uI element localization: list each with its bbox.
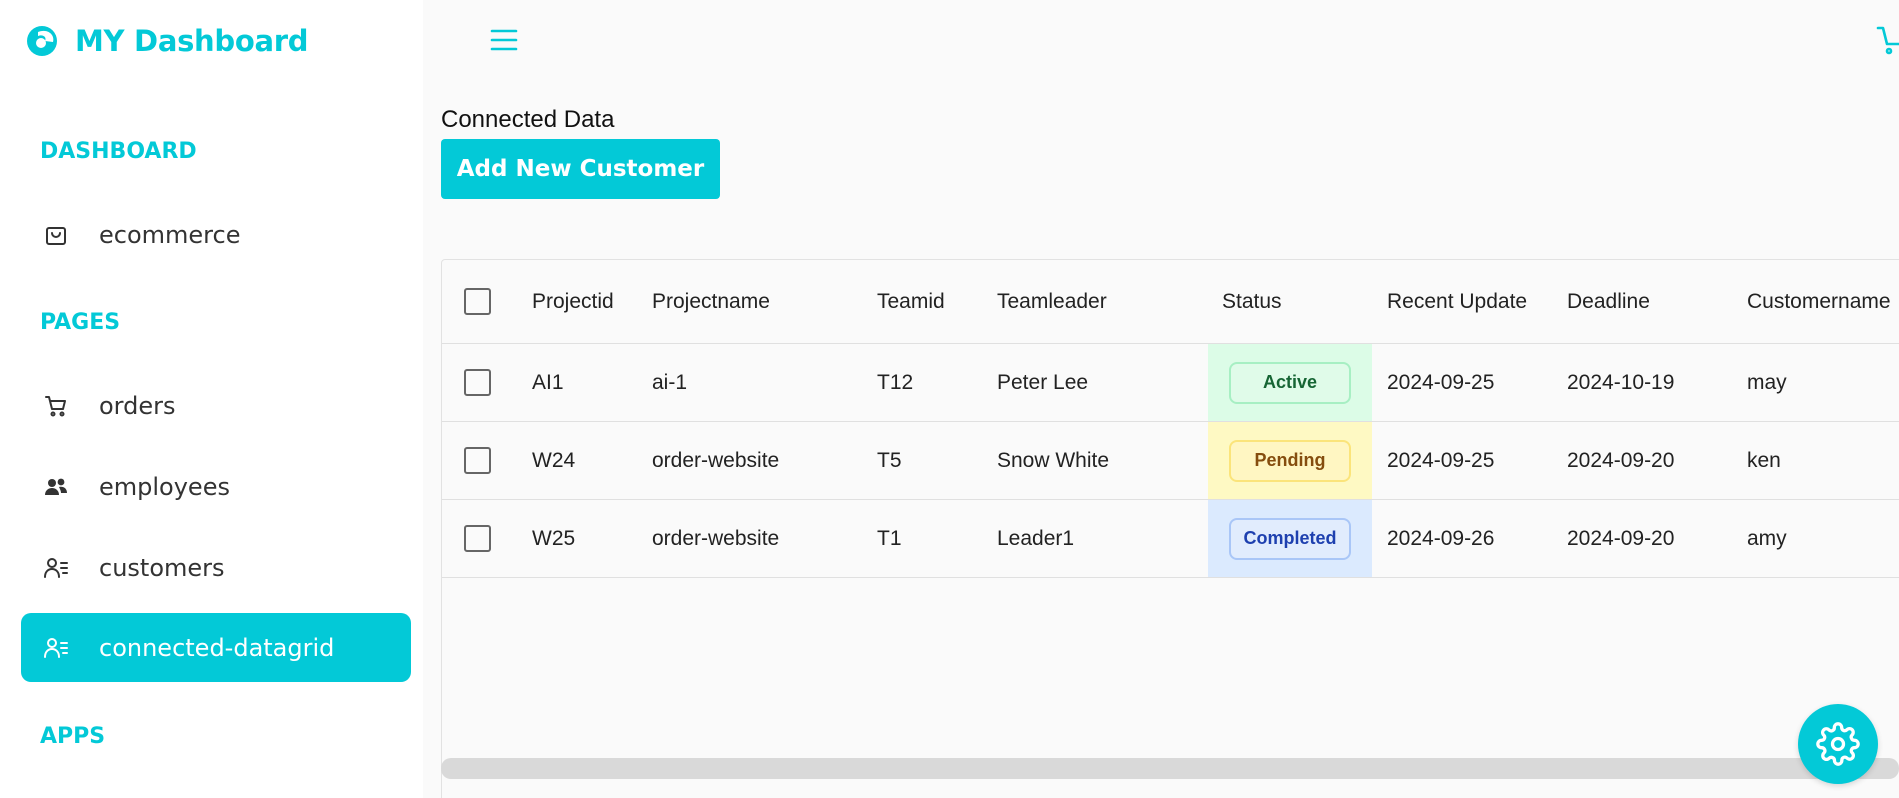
column-header-customername[interactable]: Customername: [1747, 260, 1891, 343]
cell-projectid: W25: [532, 526, 576, 550]
status-badge: Active: [1229, 361, 1351, 404]
table-header-row: Projectid Projectname Teamid Teamleader …: [442, 260, 1899, 344]
cell-deadline: 2024-10-19: [1567, 370, 1675, 394]
column-header-recent-update[interactable]: Recent Update: [1387, 260, 1527, 343]
cell-status: Completed: [1208, 500, 1372, 577]
status-badge: Pending: [1229, 439, 1351, 482]
settings-button[interactable]: [1798, 704, 1878, 784]
cell-projectname: ai-1: [652, 370, 688, 394]
row-select-cell: [464, 500, 491, 577]
cell-teamid: T12: [877, 370, 914, 394]
cell-projectname: order-website: [652, 526, 780, 550]
shirt-logo-icon: [27, 26, 57, 56]
sidebar-item-ecommerce[interactable]: ecommerce: [21, 200, 411, 269]
cell-recent-update: 2024-09-26: [1387, 526, 1495, 550]
data-grid: Projectid Projectname Teamid Teamleader …: [441, 259, 1899, 798]
cell-status: Pending: [1208, 422, 1372, 499]
sidebar-item-label: orders: [99, 391, 176, 420]
sidebar: MY Dashboard DASHBOARD ecommerce PAGES o…: [0, 0, 423, 798]
row-select-cell: [464, 422, 491, 499]
sidebar-item-employees[interactable]: employees: [21, 452, 411, 521]
gear-icon: [1816, 722, 1860, 766]
cell-teamleader: Peter Lee: [997, 370, 1089, 394]
cell-recent-update: 2024-09-25: [1387, 370, 1495, 394]
cell-teamleader: Snow White: [997, 448, 1110, 472]
column-header-deadline[interactable]: Deadline: [1567, 260, 1650, 343]
table-row[interactable]: W24 order-website T5 Snow White Pending …: [442, 422, 1899, 500]
cell-projectid: W24: [532, 448, 576, 472]
section-pages: PAGES: [40, 310, 121, 335]
row-select-cell: [464, 344, 491, 421]
select-all-cell: [464, 260, 491, 343]
select-all-checkbox[interactable]: [464, 288, 491, 315]
row-checkbox[interactable]: [464, 447, 491, 474]
cart-icon[interactable]: [1876, 22, 1899, 56]
contact-list-icon: [44, 638, 68, 658]
sidebar-item-label: employees: [99, 472, 230, 501]
add-new-customer-button[interactable]: Add New Customer: [441, 139, 720, 199]
contact-list-icon: [44, 558, 68, 578]
horizontal-scrollbar[interactable]: [441, 758, 1899, 779]
cart-icon: [45, 396, 66, 417]
shopping-bag-icon: [46, 227, 66, 245]
cell-customername: amy: [1747, 526, 1787, 550]
cell-teamid: T1: [877, 526, 902, 550]
column-header-projectid[interactable]: Projectid: [532, 260, 614, 343]
people-icon: [45, 478, 67, 495]
row-checkbox[interactable]: [464, 369, 491, 396]
cell-customername: ken: [1747, 448, 1781, 472]
cell-recent-update: 2024-09-25: [1387, 448, 1495, 472]
cell-customername: may: [1747, 370, 1787, 394]
sidebar-item-connected-datagrid[interactable]: connected-datagrid: [21, 613, 411, 682]
column-header-status[interactable]: Status: [1222, 260, 1282, 343]
brand-title: MY Dashboard: [75, 24, 309, 58]
row-checkbox[interactable]: [464, 525, 491, 552]
cell-projectname: order-website: [652, 448, 780, 472]
cell-teamleader: Leader1: [997, 526, 1075, 550]
status-badge: Completed: [1229, 517, 1351, 560]
page-title: Connected Data: [441, 106, 615, 133]
table-row[interactable]: AI1 ai-1 T12 Peter Lee Active 2024-09-25…: [442, 344, 1899, 422]
column-header-projectname[interactable]: Projectname: [652, 260, 770, 343]
cell-teamid: T5: [877, 448, 902, 472]
hamburger-menu-icon[interactable]: [488, 26, 520, 54]
brand[interactable]: MY Dashboard: [25, 20, 309, 62]
cell-projectid: AI1: [532, 370, 564, 394]
cell-status: Active: [1208, 344, 1372, 421]
sidebar-item-label: ecommerce: [99, 220, 241, 249]
cell-deadline: 2024-09-20: [1567, 448, 1675, 472]
section-dashboard: DASHBOARD: [40, 139, 197, 164]
table-row[interactable]: W25 order-website T1 Leader1 Completed 2…: [442, 500, 1899, 578]
column-header-teamid[interactable]: Teamid: [877, 260, 945, 343]
sidebar-item-customers[interactable]: customers: [21, 533, 411, 602]
section-apps: APPS: [40, 724, 106, 749]
sidebar-item-label: connected-datagrid: [99, 633, 335, 662]
column-header-teamleader[interactable]: Teamleader: [997, 260, 1107, 343]
sidebar-item-orders[interactable]: orders: [21, 371, 411, 440]
cell-deadline: 2024-09-20: [1567, 526, 1675, 550]
sidebar-item-label: customers: [99, 553, 225, 582]
